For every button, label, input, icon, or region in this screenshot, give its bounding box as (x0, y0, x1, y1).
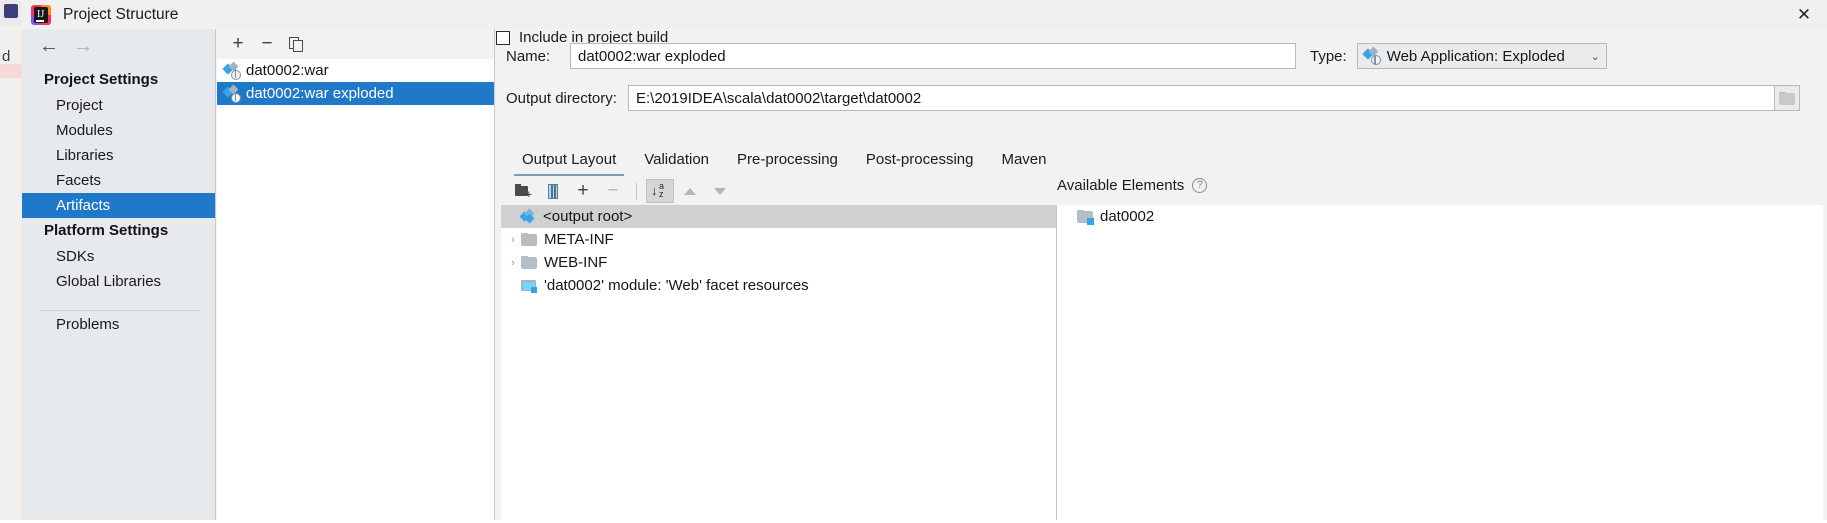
sidebar-group-platform-settings: Platform Settings (44, 222, 169, 239)
sidebar-item-global-libraries[interactable]: Global Libraries (22, 269, 215, 294)
move-down-button[interactable] (706, 179, 734, 203)
chevron-right-icon[interactable]: › (505, 234, 521, 246)
sidebar-divider (40, 310, 200, 311)
folder-browse-icon[interactable] (1774, 85, 1800, 111)
sort-button[interactable]: ↓ a z (646, 179, 674, 203)
sidebar-item-problems[interactable]: Problems (22, 312, 215, 337)
tab-post-processing[interactable]: Post-processing (852, 151, 988, 176)
sort-az-icon: ↓ a z (651, 181, 665, 199)
tree-row-facet-resources[interactable]: 'dat0002' module: 'Web' facet resources (501, 274, 1056, 297)
tree-row-output-root[interactable]: <output root> (501, 205, 1056, 228)
add-directory-button[interactable]: + (509, 179, 537, 203)
plus-icon: + (232, 33, 244, 54)
triangle-up-icon (684, 187, 696, 195)
output-root-icon (519, 208, 536, 224)
sidebar-group-project-settings: Project Settings (44, 71, 159, 88)
tree-row-label: <output root> (543, 208, 633, 225)
sidebar-item-modules[interactable]: Modules (22, 118, 215, 143)
artifact-tabs: Output Layout Validation Pre-processing … (508, 145, 1819, 176)
add-artifact-button[interactable]: + (225, 32, 251, 56)
chevron-right-icon[interactable]: › (505, 257, 521, 269)
tab-maven[interactable]: Maven (987, 151, 1060, 176)
help-icon[interactable]: ? (1192, 178, 1208, 193)
tree-row-web-inf[interactable]: › WEB-INF (501, 251, 1056, 274)
project-structure-dialog: IJ Project Structure ✕ ← → Project Setti… (22, 0, 1827, 523)
tree-row-label: META-INF (544, 231, 614, 248)
chevron-down-icon: ⌄ (1590, 50, 1600, 63)
artifacts-list-panel: + − dat0002:war dat0002:war exploded (217, 29, 495, 523)
dialog-title: Project Structure (63, 5, 179, 23)
copy-artifact-button[interactable] (283, 32, 309, 56)
folder-icon (521, 256, 537, 269)
tab-output-layout[interactable]: Output Layout (508, 151, 630, 176)
type-value: Web Application: Exploded (1386, 47, 1565, 65)
sidebar-item-list: Project Settings Project Modules Librari… (22, 67, 215, 337)
layout-panes: Available Elements ? <output root> › MET… (501, 177, 1823, 523)
add-archive-button[interactable] (539, 179, 567, 203)
type-label: Type: (1310, 47, 1347, 65)
folder-icon (521, 233, 537, 246)
sidebar-item-sdks[interactable]: SDKs (22, 244, 215, 269)
web-resources-icon (521, 279, 537, 293)
background-text: d (2, 48, 11, 65)
artifact-list-item-selected[interactable]: dat0002:war exploded (217, 82, 494, 105)
artifacts-toolbar: + − (217, 29, 494, 59)
dialog-titlebar: IJ Project Structure ✕ (22, 0, 1827, 29)
name-input[interactable]: dat0002:war exploded (570, 43, 1296, 69)
minus-icon: − (261, 33, 273, 54)
move-up-button[interactable] (676, 179, 704, 203)
artifact-label: dat0002:war exploded (246, 85, 394, 102)
artifact-icon (222, 61, 241, 80)
output-directory-input[interactable]: E:\2019IDEA\scala\dat0002\target\dat0002 (628, 85, 1774, 111)
tab-pre-processing[interactable]: Pre-processing (723, 151, 852, 176)
remove-artifact-button[interactable]: − (254, 32, 280, 56)
archive-icon (547, 183, 559, 199)
sidebar-item-project[interactable]: Project (22, 93, 215, 118)
artifact-icon (222, 84, 241, 103)
artifact-label: dat0002:war (246, 62, 329, 79)
folder-icon (1779, 91, 1795, 105)
output-directory-label: Output directory: (506, 89, 617, 107)
sidebar-navigation: ← → (22, 29, 215, 63)
minus-icon: − (607, 180, 619, 201)
sidebar-item-libraries[interactable]: Libraries (22, 143, 215, 168)
arrow-left-icon[interactable]: ← (32, 29, 66, 63)
artifact-icon (1362, 46, 1381, 65)
background-window-strip: d (0, 0, 23, 523)
artifact-list-item[interactable]: dat0002:war (217, 59, 494, 82)
name-label: Name: (506, 47, 551, 65)
background-app-icon (4, 4, 18, 18)
tab-validation[interactable]: Validation (630, 151, 723, 176)
add-element-button[interactable]: + (569, 179, 597, 203)
available-elements-header: Available Elements ? (1057, 177, 1357, 194)
copy-icon (288, 36, 304, 52)
available-element-row[interactable]: dat0002 (1057, 205, 1823, 228)
tree-row-label: WEB-INF (544, 254, 608, 271)
output-layout-tree: <output root> › META-INF › WEB-INF 'dat0… (501, 205, 1057, 523)
output-directory-row: Output directory: E:\2019IDEA\scala\dat0… (506, 85, 1817, 111)
close-icon[interactable]: ✕ (1781, 0, 1827, 29)
folder-plus-icon: + (515, 184, 532, 201)
type-dropdown[interactable]: Web Application: Exploded ⌄ (1356, 43, 1607, 69)
name-row: Name: dat0002:war exploded Type: Web App… (506, 43, 1817, 69)
available-elements-tree: dat0002 (1057, 205, 1823, 523)
available-elements-title: Available Elements (1057, 177, 1185, 194)
intellij-idea-logo-icon: IJ (31, 4, 51, 25)
background-highlight-band (0, 64, 22, 78)
plus-dropdown-icon: + (577, 180, 589, 201)
sidebar-item-artifacts[interactable]: Artifacts (22, 193, 215, 218)
settings-sidebar: ← → Project Settings Project Modules Lib… (22, 29, 216, 523)
module-folder-icon (1077, 210, 1094, 225)
toolbar-separator (636, 182, 637, 200)
tree-row-meta-inf[interactable]: › META-INF (501, 228, 1056, 251)
triangle-down-icon (714, 187, 726, 195)
arrow-right-icon[interactable]: → (66, 29, 100, 63)
available-element-label: dat0002 (1100, 208, 1155, 225)
artifact-details-panel: Name: dat0002:war exploded Type: Web App… (496, 29, 1827, 523)
tree-row-label: 'dat0002' module: 'Web' facet resources (544, 277, 809, 294)
remove-element-button[interactable]: − (599, 179, 627, 203)
sidebar-item-facets[interactable]: Facets (22, 168, 215, 193)
